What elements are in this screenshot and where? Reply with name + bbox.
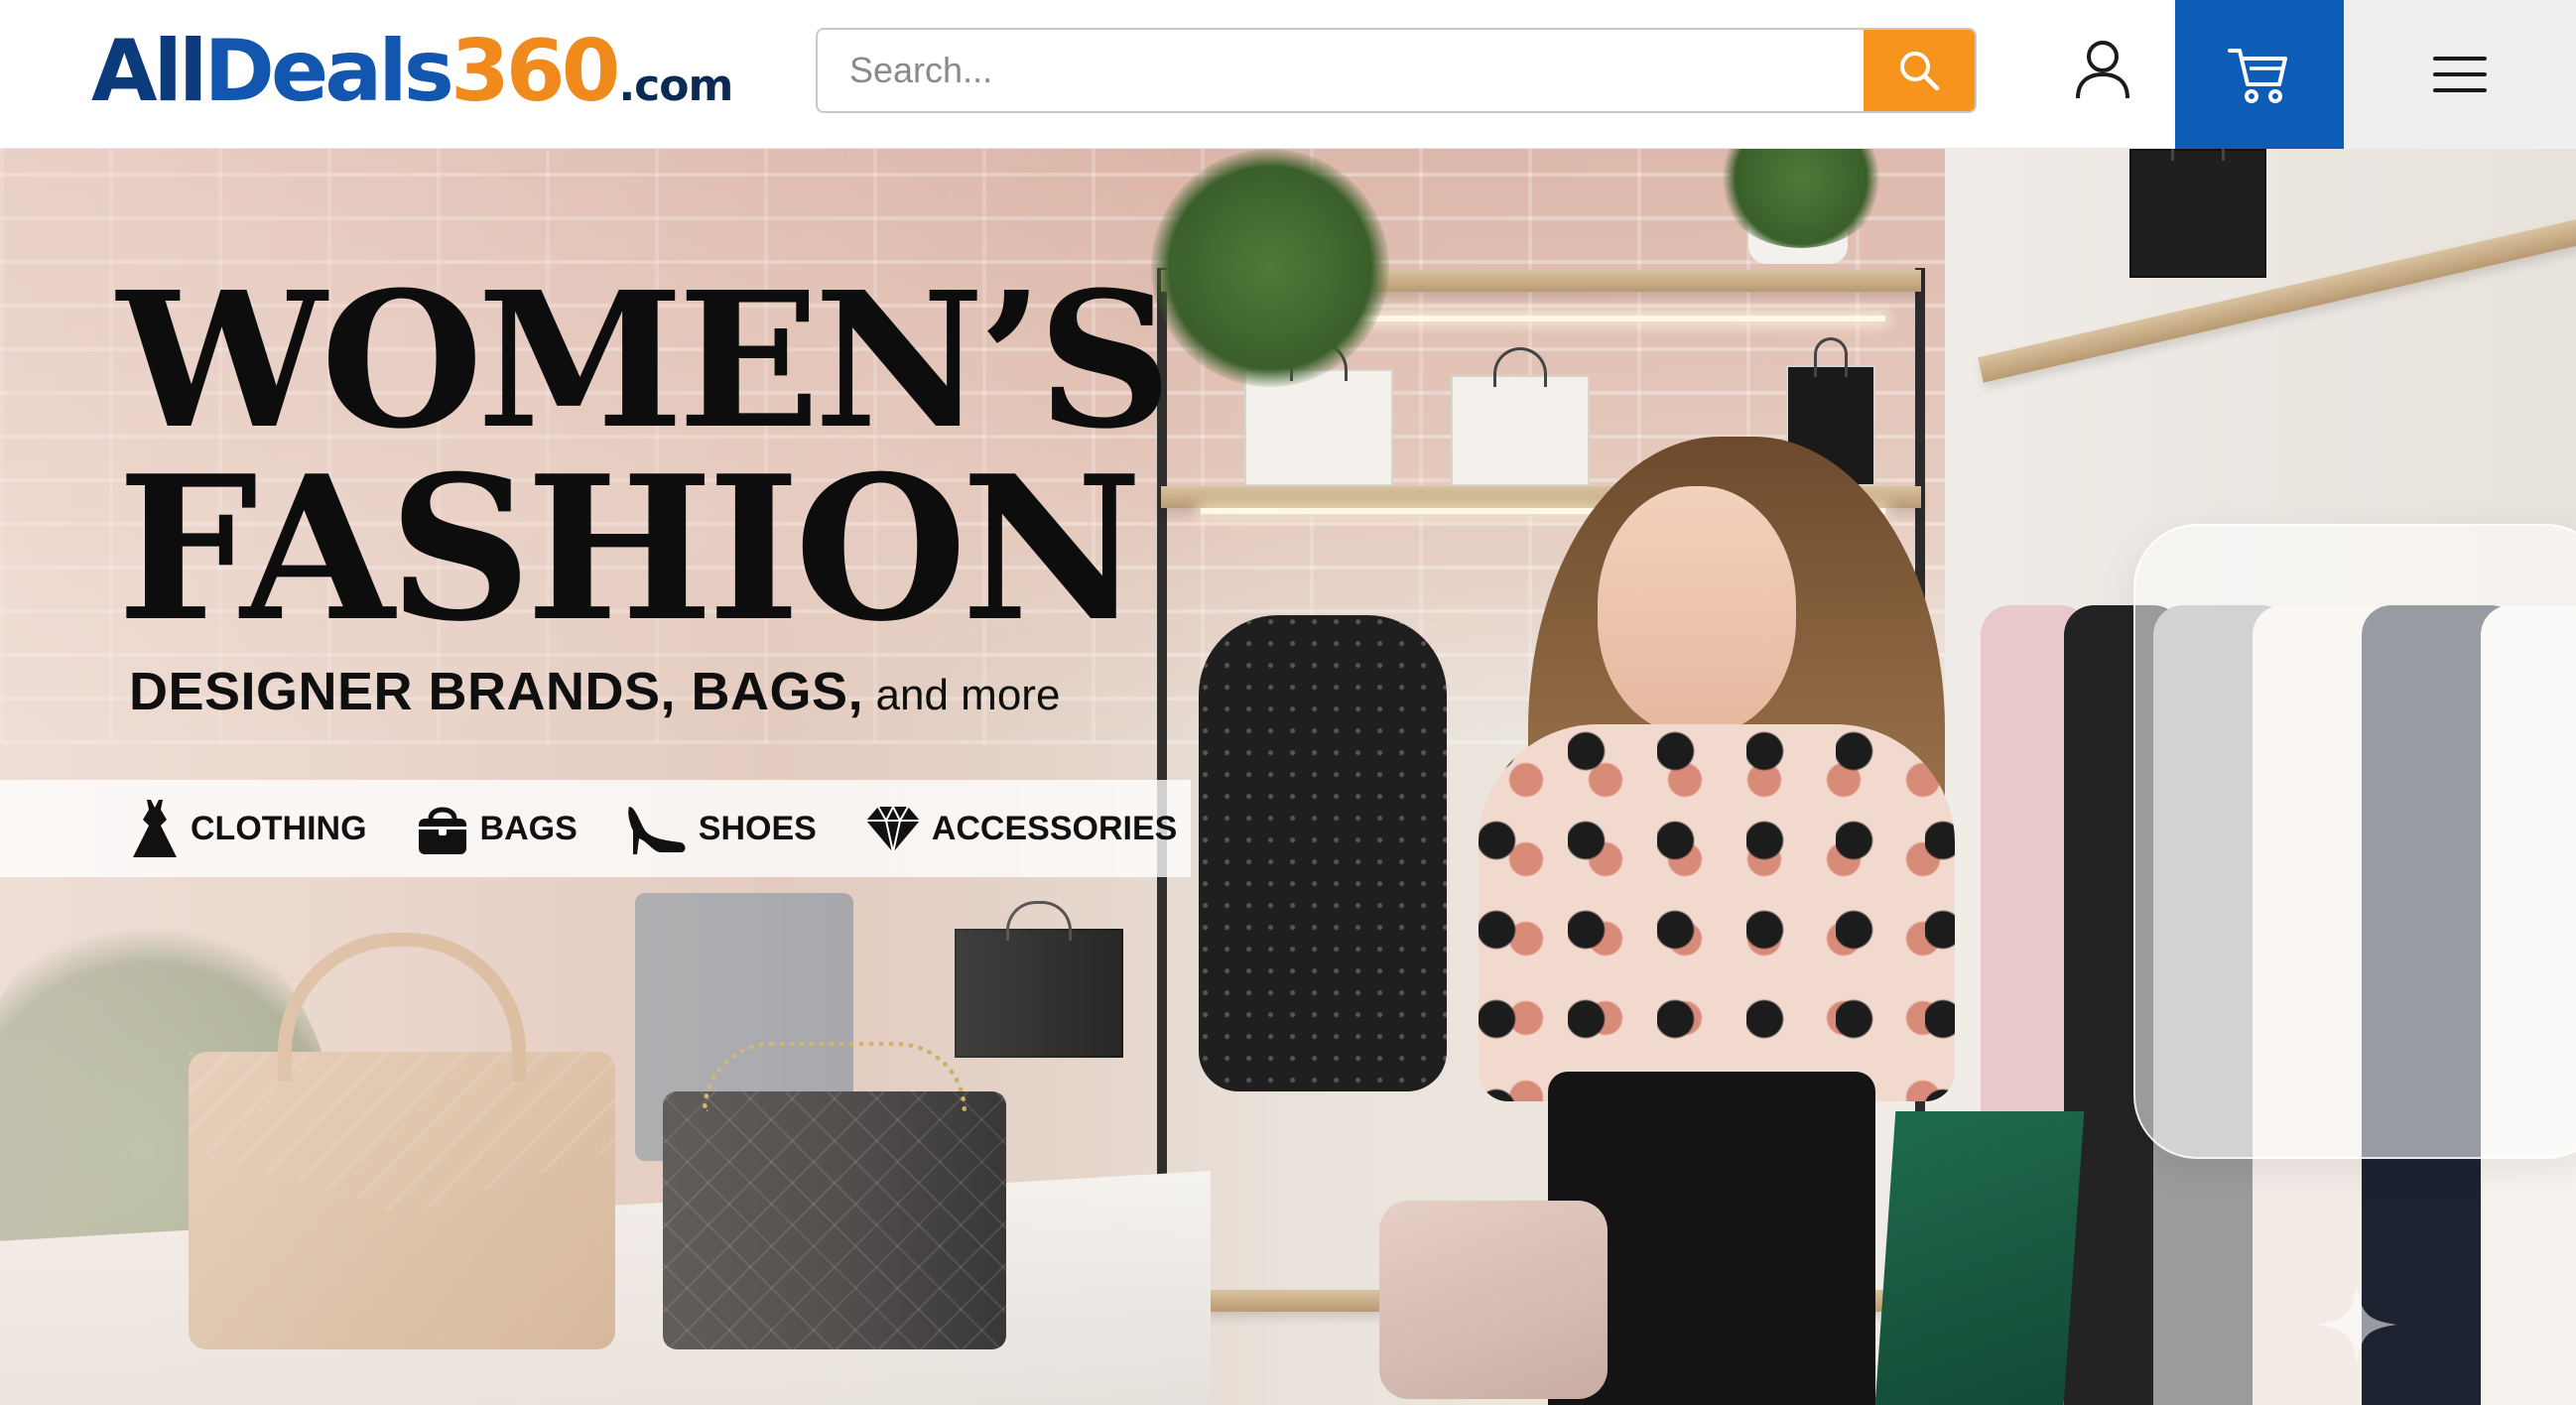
green-shopping-bag (1874, 1111, 2085, 1405)
category-bags[interactable]: BAGS (415, 801, 578, 856)
hero-subheadline: DESIGNER BRANDS, BAGS, and more (129, 661, 1060, 722)
quilted-pink-handbag (1379, 1201, 1608, 1399)
search-button[interactable] (1864, 30, 1975, 111)
black-bag-top-right (2129, 149, 2266, 278)
hamburger-menu-icon (2433, 57, 2487, 92)
account-button[interactable] (2064, 30, 2141, 109)
cart-button[interactable] (2175, 0, 2344, 149)
category-clothing-label: CLOTHING (191, 809, 367, 847)
cart-icon (2228, 49, 2287, 103)
headline-line-2: FASHION (117, 433, 1142, 667)
search-input[interactable] (818, 30, 1868, 111)
logo-text-all: All (91, 22, 207, 121)
subheadline-light: and more (875, 671, 1061, 719)
hero-headline: WOMEN’S FASHION (117, 251, 1172, 667)
logo-text-deals: Deals (203, 22, 454, 121)
user-icon (2076, 41, 2129, 99)
search-bar (816, 28, 1977, 113)
category-accessories-label: ACCESSORIES (931, 809, 1178, 847)
floral-dress-on-hanger (1199, 615, 1447, 1091)
logo-text-com: .com (618, 61, 733, 111)
category-accessories[interactable]: ACCESSORIES (864, 803, 1178, 854)
shopping-bag-display-2 (1451, 347, 1590, 486)
site-logo[interactable]: All Deals 360 .com (91, 22, 733, 121)
category-nav: CLOTHING BAGS SHOES ACCESSORIES (0, 780, 1191, 877)
high-heel-icon (627, 807, 686, 854)
category-shoes-label: SHOES (698, 809, 817, 847)
dress-icon (133, 800, 177, 857)
site-header: All Deals 360 .com (0, 0, 2576, 149)
subheadline-bold: DESIGNER BRANDS, BAGS, (129, 662, 864, 721)
logo-text-360: 360 (450, 22, 621, 121)
diamond-icon (865, 804, 920, 853)
sparkle-icon (2316, 1284, 2397, 1365)
model-floral-blouse (1479, 724, 1955, 1101)
category-shoes[interactable]: SHOES (625, 801, 817, 856)
model-face (1598, 486, 1796, 734)
frosted-glass-panel (2133, 524, 2576, 1159)
category-clothing[interactable]: CLOTHING (129, 798, 367, 859)
handbag-icon (418, 807, 466, 854)
menu-button[interactable] (2344, 0, 2576, 149)
headline-line-1: WOMEN’S (117, 251, 1172, 470)
category-bags-label: BAGS (479, 809, 578, 847)
search-icon (1900, 52, 1940, 91)
shelf-upper-right (1978, 218, 2576, 383)
